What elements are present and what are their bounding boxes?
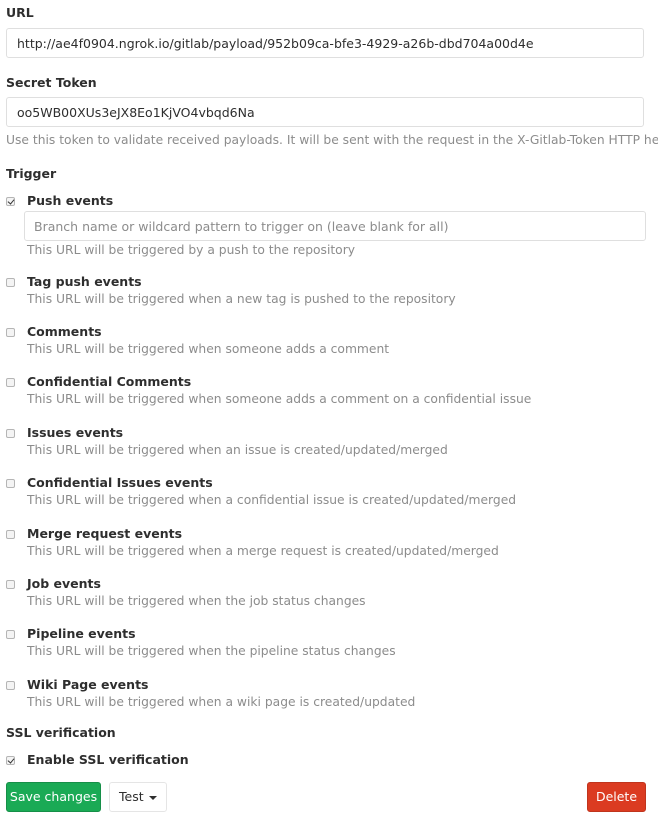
save-changes-button[interactable]: Save changes bbox=[6, 782, 101, 812]
issues-events-checkbox[interactable] bbox=[6, 429, 15, 438]
comments-title[interactable]: Comments bbox=[27, 324, 102, 339]
url-input[interactable] bbox=[6, 28, 644, 58]
wiki-page-events-title[interactable]: Wiki Page events bbox=[27, 677, 148, 692]
tag-push-events-description: This URL will be triggered when a new ta… bbox=[27, 292, 456, 306]
test-dropdown-button[interactable]: Test bbox=[109, 782, 167, 812]
confidential-comments-description: This URL will be triggered when someone … bbox=[27, 392, 532, 406]
comments-description: This URL will be triggered when someone … bbox=[27, 342, 390, 356]
ssl-verification-label: SSL verification bbox=[6, 725, 116, 740]
delete-button[interactable]: Delete bbox=[587, 782, 646, 812]
pipeline-events-title[interactable]: Pipeline events bbox=[27, 626, 136, 641]
job-events-title[interactable]: Job events bbox=[27, 576, 101, 591]
secret-token-help: Use this token to validate received payl… bbox=[6, 133, 658, 147]
wiki-page-events-checkbox[interactable] bbox=[6, 681, 15, 690]
wiki-page-events-description: This URL will be triggered when a wiki p… bbox=[27, 695, 416, 709]
merge-request-events-title[interactable]: Merge request events bbox=[27, 526, 182, 541]
tag-push-events-title[interactable]: Tag push events bbox=[27, 274, 142, 289]
job-events-checkbox[interactable] bbox=[6, 580, 15, 589]
confidential-issues-events-checkbox[interactable] bbox=[6, 479, 15, 488]
pipeline-events-checkbox[interactable] bbox=[6, 630, 15, 639]
confidential-comments-title[interactable]: Confidential Comments bbox=[27, 374, 191, 389]
issues-events-title[interactable]: Issues events bbox=[27, 425, 123, 440]
url-label: URL bbox=[6, 5, 34, 20]
issues-events-description: This URL will be triggered when an issue… bbox=[27, 443, 448, 457]
secret-token-label: Secret Token bbox=[6, 75, 97, 90]
merge-request-events-description: This URL will be triggered when a merge … bbox=[27, 544, 499, 558]
branch-filter-input[interactable] bbox=[24, 211, 646, 241]
ssl-verification-option-label[interactable]: Enable SSL verification bbox=[27, 752, 189, 767]
tag-push-events-checkbox[interactable] bbox=[6, 278, 15, 287]
job-events-description: This URL will be triggered when the job … bbox=[27, 594, 366, 608]
confidential-issues-events-description: This URL will be triggered when a confid… bbox=[27, 493, 517, 507]
caret-down-icon bbox=[149, 796, 157, 800]
confidential-comments-checkbox[interactable] bbox=[6, 378, 15, 387]
push-events-description: This URL will be triggered by a push to … bbox=[27, 243, 356, 257]
pipeline-events-description: This URL will be triggered when the pipe… bbox=[27, 644, 396, 658]
confidential-issues-events-title[interactable]: Confidential Issues events bbox=[27, 475, 213, 490]
comments-checkbox[interactable] bbox=[6, 328, 15, 337]
test-button-label: Test bbox=[119, 789, 144, 804]
push-events-checkbox[interactable] bbox=[6, 197, 15, 206]
ssl-verification-checkbox[interactable] bbox=[6, 756, 15, 765]
merge-request-events-checkbox[interactable] bbox=[6, 530, 15, 539]
secret-token-input[interactable] bbox=[6, 97, 644, 127]
trigger-label: Trigger bbox=[6, 166, 57, 181]
push-events-title[interactable]: Push events bbox=[27, 193, 113, 208]
